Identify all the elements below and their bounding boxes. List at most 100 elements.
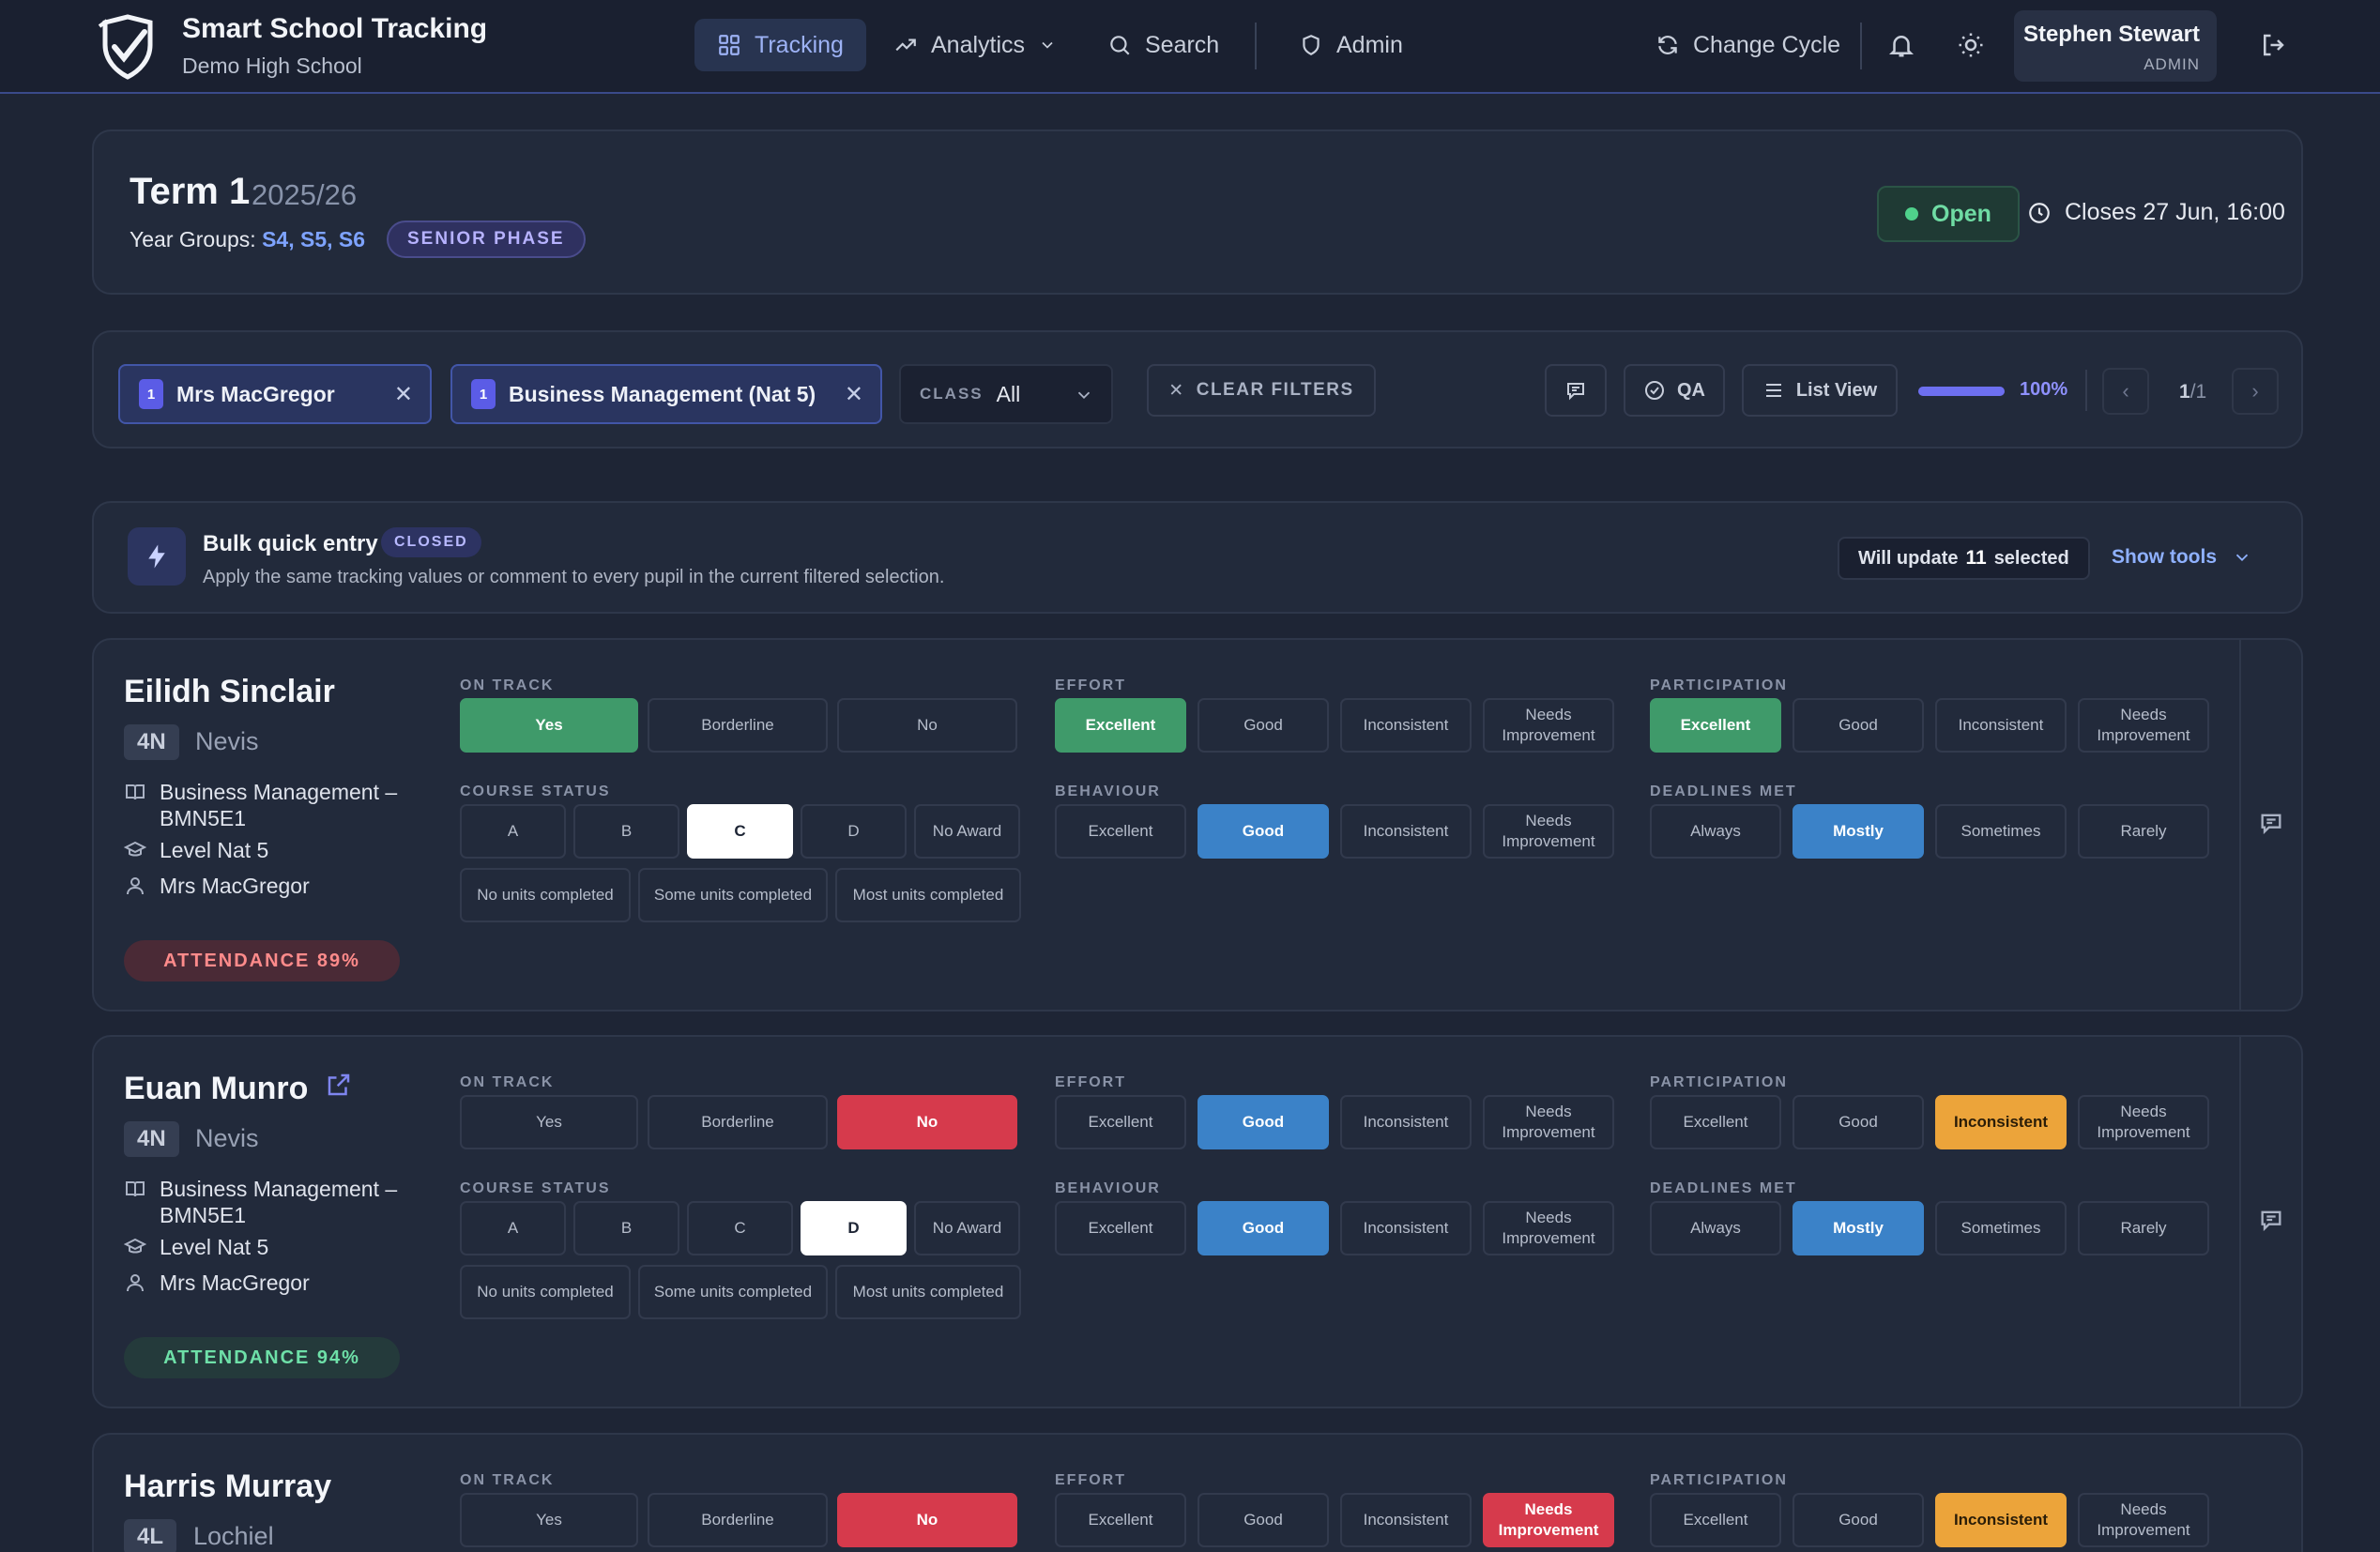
- option-effort[interactable]: Inconsistent: [1340, 1493, 1472, 1547]
- option-units[interactable]: No units completed: [460, 1265, 631, 1319]
- logout-button[interactable]: [2254, 26, 2292, 64]
- option-participation[interactable]: Good: [1793, 1493, 1924, 1547]
- option-participation[interactable]: Needs Improvement: [2078, 1095, 2209, 1149]
- option-on-track[interactable]: Borderline: [648, 1095, 828, 1149]
- prev-page-button[interactable]: ‹: [2102, 368, 2149, 415]
- teacher-filter-chip[interactable]: 1 Mrs MacGregor ✕: [118, 364, 432, 424]
- user-menu[interactable]: Stephen Stewart ADMIN: [2014, 10, 2217, 82]
- nav-analytics[interactable]: Analytics: [871, 19, 1079, 71]
- option-participation[interactable]: Good: [1793, 698, 1924, 753]
- section-label-course-status: COURSE STATUS: [460, 1180, 611, 1196]
- option-behaviour[interactable]: Good: [1198, 1201, 1329, 1255]
- option-course-status[interactable]: D: [801, 804, 907, 859]
- option-participation[interactable]: Inconsistent: [1935, 1493, 2067, 1547]
- chip-label: Mrs MacGregor: [176, 381, 335, 406]
- clear-filters-button[interactable]: ✕ CLEAR FILTERS: [1147, 364, 1376, 417]
- option-course-status[interactable]: A: [460, 804, 566, 859]
- option-effort[interactable]: Needs Improvement: [1483, 1095, 1614, 1149]
- nav-analytics-label: Analytics: [931, 31, 1026, 58]
- option-behaviour[interactable]: Needs Improvement: [1483, 804, 1614, 859]
- option-course-status[interactable]: C: [687, 804, 793, 859]
- change-cycle-button[interactable]: Change Cycle: [1633, 19, 1863, 71]
- list-view-button[interactable]: List View: [1742, 364, 1898, 417]
- option-on-track[interactable]: No: [837, 698, 1017, 753]
- nav-tracking[interactable]: Tracking: [694, 19, 866, 71]
- option-effort[interactable]: Excellent: [1055, 1493, 1186, 1547]
- qa-button[interactable]: QA: [1624, 364, 1725, 417]
- option-units[interactable]: No units completed: [460, 868, 631, 922]
- comment-icon[interactable]: [2258, 1207, 2284, 1238]
- option-course-status[interactable]: No Award: [914, 804, 1020, 859]
- option-participation[interactable]: Needs Improvement: [2078, 698, 2209, 753]
- option-on-track[interactable]: Yes: [460, 1095, 638, 1149]
- option-participation[interactable]: Excellent: [1650, 1493, 1781, 1547]
- nav-search[interactable]: Search: [1085, 19, 1242, 71]
- option-units[interactable]: Some units completed: [638, 1265, 828, 1319]
- option-course-status[interactable]: B: [573, 804, 679, 859]
- option-units[interactable]: Most units completed: [835, 868, 1021, 922]
- option-effort[interactable]: Inconsistent: [1340, 698, 1472, 753]
- notifications-button[interactable]: [1883, 26, 1920, 64]
- option-effort[interactable]: Excellent: [1055, 1095, 1186, 1149]
- option-deadlines[interactable]: Mostly: [1793, 804, 1924, 859]
- option-participation[interactable]: Excellent: [1650, 1095, 1781, 1149]
- comment-icon[interactable]: [2258, 810, 2284, 841]
- option-course-status[interactable]: D: [801, 1201, 907, 1255]
- option-deadlines[interactable]: Mostly: [1793, 1201, 1924, 1255]
- option-effort[interactable]: Excellent: [1055, 698, 1186, 753]
- option-behaviour[interactable]: Inconsistent: [1340, 1201, 1472, 1255]
- option-units[interactable]: Most units completed: [835, 1265, 1021, 1319]
- option-behaviour[interactable]: Excellent: [1055, 1201, 1186, 1255]
- shield-check-logo-icon: [98, 14, 153, 80]
- option-deadlines[interactable]: Rarely: [2078, 804, 2209, 859]
- option-participation[interactable]: Inconsistent: [1935, 698, 2067, 753]
- comment-icon: [1567, 383, 1584, 401]
- option-participation[interactable]: Good: [1793, 1095, 1924, 1149]
- option-effort[interactable]: Needs Improvement: [1483, 698, 1614, 753]
- option-participation[interactable]: Needs Improvement: [2078, 1493, 2209, 1547]
- user-role: ADMIN: [2144, 55, 2200, 73]
- theme-toggle-button[interactable]: [1952, 26, 1990, 64]
- nav-admin[interactable]: Admin: [1276, 19, 1426, 71]
- next-page-button[interactable]: ›: [2232, 368, 2279, 415]
- option-units[interactable]: Some units completed: [638, 868, 828, 922]
- option-deadlines[interactable]: Always: [1650, 804, 1781, 859]
- option-on-track[interactable]: No: [837, 1493, 1017, 1547]
- option-on-track[interactable]: No: [837, 1095, 1017, 1149]
- option-course-status[interactable]: C: [687, 1201, 793, 1255]
- comments-button[interactable]: [1545, 364, 1607, 417]
- student-name[interactable]: Harris Murray: [124, 1468, 331, 1505]
- close-icon[interactable]: ✕: [394, 381, 413, 408]
- student-name[interactable]: Euan Munro: [124, 1071, 353, 1107]
- section-label-behaviour: BEHAVIOUR: [1055, 1180, 1161, 1196]
- user-name: Stephen Stewart: [2022, 22, 2200, 47]
- option-on-track[interactable]: Yes: [460, 698, 638, 753]
- option-deadlines[interactable]: Always: [1650, 1201, 1781, 1255]
- option-deadlines[interactable]: Sometimes: [1935, 804, 2067, 859]
- option-course-status[interactable]: B: [573, 1201, 679, 1255]
- show-tools-button[interactable]: Show tools: [2112, 546, 2252, 569]
- option-effort[interactable]: Good: [1198, 698, 1329, 753]
- student-name[interactable]: Eilidh Sinclair: [124, 674, 335, 710]
- option-course-status[interactable]: A: [460, 1201, 566, 1255]
- option-behaviour[interactable]: Good: [1198, 804, 1329, 859]
- option-behaviour[interactable]: Needs Improvement: [1483, 1201, 1614, 1255]
- option-on-track[interactable]: Borderline: [648, 1493, 828, 1547]
- option-participation[interactable]: Excellent: [1650, 698, 1781, 753]
- option-deadlines[interactable]: Sometimes: [1935, 1201, 2067, 1255]
- option-on-track[interactable]: Borderline: [648, 698, 828, 753]
- close-icon[interactable]: ✕: [845, 381, 863, 408]
- option-effort[interactable]: Good: [1198, 1493, 1329, 1547]
- option-participation[interactable]: Inconsistent: [1935, 1095, 2067, 1149]
- subject-filter-chip[interactable]: 1 Business Management (Nat 5) ✕: [450, 364, 882, 424]
- option-course-status[interactable]: No Award: [914, 1201, 1020, 1255]
- option-deadlines[interactable]: Rarely: [2078, 1201, 2209, 1255]
- option-behaviour[interactable]: Inconsistent: [1340, 804, 1472, 859]
- option-effort[interactable]: Needs Improvement: [1483, 1493, 1614, 1547]
- option-on-track[interactable]: Yes: [460, 1493, 638, 1547]
- option-effort[interactable]: Inconsistent: [1340, 1095, 1472, 1149]
- class-select[interactable]: CLASS All: [899, 364, 1113, 424]
- external-link-icon[interactable]: [325, 1071, 353, 1107]
- option-behaviour[interactable]: Excellent: [1055, 804, 1186, 859]
- option-effort[interactable]: Good: [1198, 1095, 1329, 1149]
